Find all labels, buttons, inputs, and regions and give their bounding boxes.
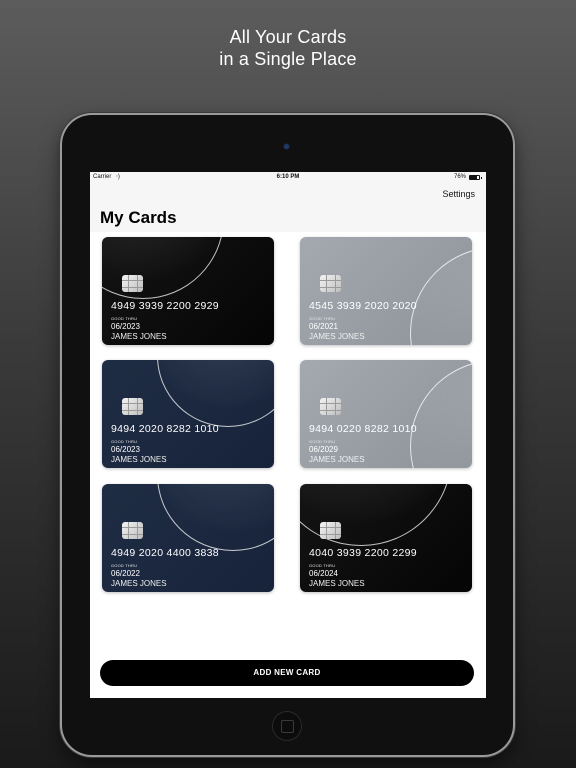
marketing-headline: All Your Cards in a Single Place — [0, 26, 576, 70]
card-number: 9494 0220 8282 1010 — [309, 423, 417, 435]
chip-icon — [122, 398, 143, 415]
card-holder: JAMES JONES — [309, 455, 365, 464]
good-thru-label: GOOD THRU — [111, 316, 138, 321]
card-arc-decoration — [410, 247, 472, 345]
card-holder: JAMES JONES — [111, 332, 167, 341]
card-holder: JAMES JONES — [309, 332, 365, 341]
card-item[interactable]: 9494 2020 8282 1010 GOOD THRU 06/2023 JA… — [102, 360, 274, 468]
card-arc-decoration — [410, 360, 472, 468]
card-arc-decoration — [157, 484, 274, 551]
status-bar: Carrier ⋅) 6:10 PM 76% — [90, 172, 486, 184]
good-thru-label: GOOD THRU — [309, 316, 336, 321]
camera-icon — [284, 144, 289, 149]
card-expiry: 06/2023 — [111, 445, 140, 454]
settings-button[interactable]: Settings — [442, 189, 475, 199]
card-holder: JAMES JONES — [111, 579, 167, 588]
home-button[interactable] — [272, 711, 302, 741]
chip-icon — [122, 275, 143, 292]
card-number: 9494 2020 8282 1010 — [111, 423, 219, 435]
good-thru-label: GOOD THRU — [111, 439, 138, 444]
card-item[interactable]: 4545 3939 2020 2020 GOOD THRU 06/2021 JA… — [300, 237, 472, 345]
headline-line-1: All Your Cards — [229, 27, 347, 47]
page-title: My Cards — [100, 208, 177, 227]
card-expiry: 06/2023 — [111, 322, 140, 331]
card-number: 4040 3939 2200 2299 — [309, 547, 417, 559]
card-item[interactable]: 4949 2020 4400 3838 GOOD THRU 06/2022 JA… — [102, 484, 274, 592]
battery-percent: 76% — [453, 174, 466, 180]
card-arc-decoration — [102, 237, 224, 299]
headline-line-2: in a Single Place — [219, 49, 357, 69]
add-new-card-button[interactable]: ADD NEW CARD — [100, 660, 474, 686]
card-item[interactable]: 9494 0220 8282 1010 GOOD THRU 06/2029 JA… — [300, 360, 472, 468]
card-expiry: 06/2021 — [309, 322, 338, 331]
chip-icon — [122, 522, 143, 539]
card-number: 4949 2020 4400 3838 — [111, 547, 219, 559]
home-square-icon — [281, 720, 294, 733]
card-holder: JAMES JONES — [309, 579, 365, 588]
good-thru-label: GOOD THRU — [309, 563, 336, 568]
card-arc-decoration — [157, 360, 274, 427]
battery-icon — [469, 175, 482, 180]
good-thru-label: GOOD THRU — [309, 439, 336, 444]
card-item[interactable]: 4040 3939 2200 2299 GOOD THRU 06/2024 JA… — [300, 484, 472, 592]
card-expiry: 06/2029 — [309, 445, 338, 454]
chip-icon — [320, 398, 341, 415]
card-item[interactable]: 4949 3939 2200 2929 GOOD THRU 06/2023 JA… — [102, 237, 274, 345]
chip-icon — [320, 275, 341, 292]
chip-icon — [320, 522, 341, 539]
card-holder: JAMES JONES — [111, 455, 167, 464]
good-thru-label: GOOD THRU — [111, 563, 138, 568]
card-expiry: 06/2022 — [111, 569, 140, 578]
card-number: 4949 3939 2200 2929 — [111, 300, 219, 312]
card-expiry: 06/2024 — [309, 569, 338, 578]
navigation-bar: Settings My Cards — [90, 184, 486, 232]
status-time: 6:10 PM — [276, 174, 300, 180]
app-screen: Carrier ⋅) 6:10 PM 76% Settings My Cards… — [90, 172, 486, 698]
card-number: 4545 3939 2020 2020 — [309, 300, 417, 312]
